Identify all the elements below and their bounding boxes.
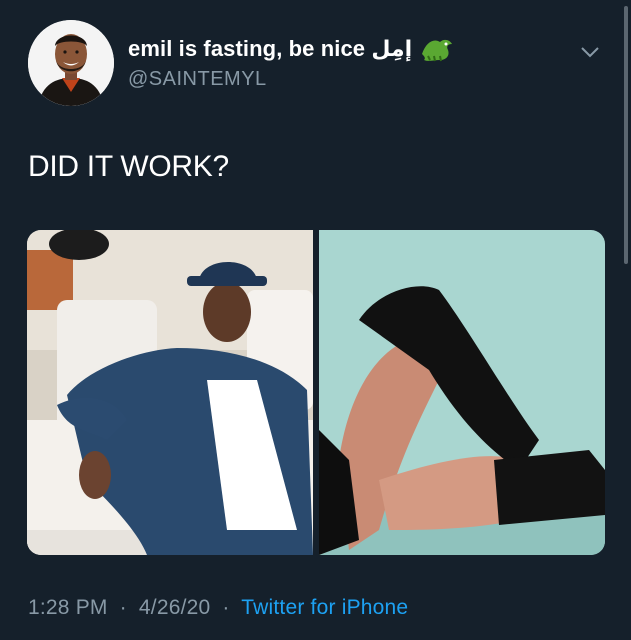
tweet-footer: 1:28 PM · 4/26/20 · Twitter for iPhone [28,596,408,620]
separator: · [119,596,127,619]
scrollbar[interactable] [624,6,628,264]
photo-legs-in-boots [319,230,605,555]
tweet-media [27,230,605,555]
tweet-header: emil is fasting, be nice إمِل @SAINTEMYL [28,20,608,110]
tweet-time[interactable]: 1:28 PM [28,596,108,619]
chevron-down-icon[interactable] [578,40,602,64]
avatar[interactable] [28,20,114,106]
media-image-right[interactable] [319,230,605,555]
name-row: emil is fasting, be nice إمِل [128,34,454,64]
display-name[interactable]: emil is fasting, be nice إمِل [128,36,412,62]
tweet-date[interactable]: 4/26/20 [139,596,210,619]
photo-man-on-couch [27,230,313,555]
crocodile-icon [422,39,453,62]
tweet-source-link[interactable]: Twitter for iPhone [241,596,408,619]
user-handle[interactable]: @SAINTEMYL [128,68,267,91]
separator: · [222,596,230,619]
avatar-image [28,20,114,106]
tweet-text: DID IT WORK? [28,150,229,183]
media-image-left[interactable] [27,230,313,555]
